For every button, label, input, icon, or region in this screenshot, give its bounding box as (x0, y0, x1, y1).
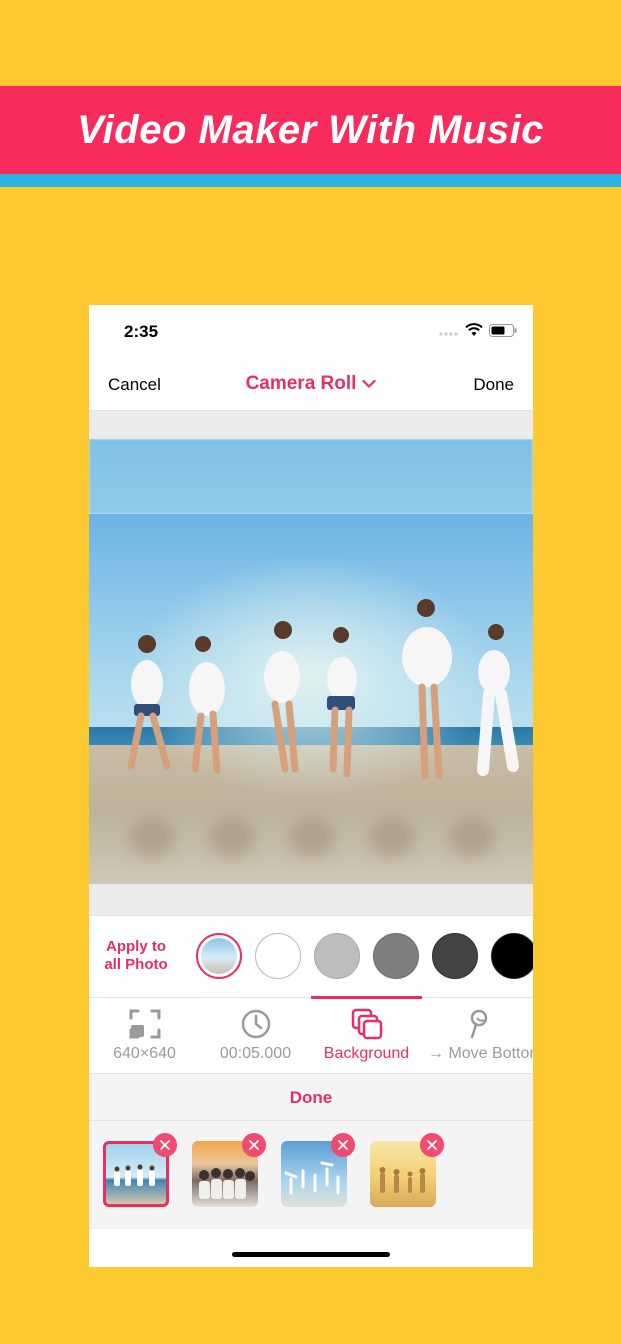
blurred-background-bottom (89, 810, 533, 884)
apply-label-line2: all Photo (104, 956, 168, 973)
blur-smudge (129, 818, 175, 858)
apply-label-line1: Apply to (106, 938, 166, 955)
wifi-icon (465, 323, 483, 342)
done-apply-button[interactable]: Done (89, 1088, 533, 1108)
close-icon (427, 1140, 437, 1150)
status-icons (439, 323, 517, 342)
swatch-photo-blur[interactable] (196, 933, 242, 979)
done-button[interactable]: Done (473, 375, 514, 395)
swatch-dark-gray[interactable] (432, 933, 478, 979)
photo-preview[interactable] (89, 439, 533, 884)
remove-thumbnail-3-button[interactable] (331, 1133, 355, 1157)
close-icon (338, 1140, 348, 1150)
close-icon (249, 1140, 259, 1150)
tab-background[interactable]: Background (311, 998, 422, 1074)
clock-icon (240, 1008, 272, 1040)
main-photo (89, 514, 533, 810)
battery-icon (489, 323, 517, 342)
remove-thumbnail-1-button[interactable] (153, 1133, 177, 1157)
apply-to-all-button[interactable]: Apply to all Photo (99, 938, 173, 974)
blur-smudge (209, 818, 255, 858)
swatch-gray[interactable] (373, 933, 419, 979)
tab-move-bottom[interactable]: → Move Botton (422, 998, 533, 1074)
layers-icon (351, 1008, 383, 1040)
status-bar: 2:35 (89, 305, 533, 357)
swatch-light-gray[interactable] (314, 933, 360, 979)
pin-icon (462, 1008, 494, 1040)
promo-title: Video Maker With Music (76, 108, 544, 152)
crop-frame-icon (129, 1008, 161, 1040)
swatch-black[interactable] (491, 933, 533, 979)
tab-resolution-label: 640×640 (113, 1045, 176, 1062)
album-picker[interactable]: Camera Roll (89, 373, 533, 395)
chevron-down-icon (362, 373, 377, 395)
signal-dots-icon (439, 324, 459, 342)
nav-bar: Cancel Camera Roll Done (89, 357, 533, 411)
blur-smudge (449, 818, 495, 858)
done-bar: Done (89, 1073, 533, 1121)
group-photo-figures (127, 599, 519, 780)
tab-duration[interactable]: 00:05.000 (200, 998, 311, 1074)
home-indicator[interactable] (232, 1252, 390, 1257)
phone-screen: 2:35 Cancel Camera Roll Done Apply to al… (89, 305, 533, 1267)
album-title: Camera Roll (245, 373, 357, 395)
blur-smudge (289, 818, 335, 858)
swatch-photo-thumbnail (201, 938, 237, 974)
blurred-background-top (89, 439, 533, 514)
close-icon (160, 1140, 170, 1150)
tool-tabs: 640×640 00:05.000 Background → Move Bott… (89, 996, 533, 1074)
preview-canvas (89, 411, 533, 915)
banner-stripe (0, 174, 621, 187)
remove-thumbnail-2-button[interactable] (242, 1133, 266, 1157)
home-area (89, 1229, 533, 1267)
tab-duration-label: 00:05.000 (219, 1045, 292, 1062)
tab-background-label: Background (323, 1045, 410, 1062)
background-options: Apply to all Photo (89, 915, 533, 997)
remove-thumbnail-4-button[interactable] (420, 1133, 444, 1157)
selected-photos-strip (89, 1121, 533, 1229)
tab-move-bottom-label: → Move Botton (428, 1045, 533, 1062)
swatch-white[interactable] (255, 933, 301, 979)
blur-smudge (369, 818, 415, 858)
status-time: 2:35 (124, 322, 159, 341)
tab-resolution[interactable]: 640×640 (89, 998, 200, 1074)
